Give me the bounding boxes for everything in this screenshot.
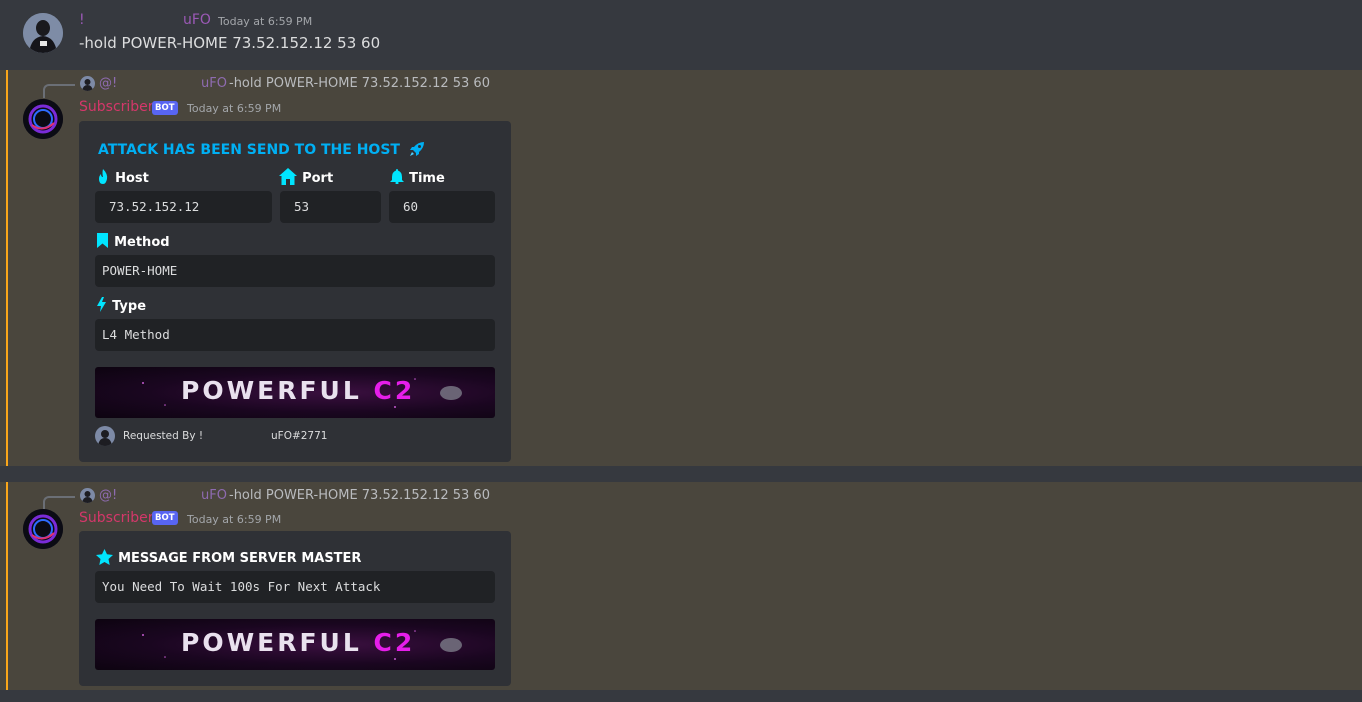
bot-badge: BOT <box>152 511 178 525</box>
embed-title: ATTACK HAS BEEN SEND TO THE HOST <box>98 142 400 158</box>
embed-title-row: MESSAGE FROM SERVER MASTER <box>96 547 361 566</box>
bookmark-icon <box>96 233 109 248</box>
reply-mention-name[interactable]: uFO <box>201 76 227 91</box>
bot-badge: BOT <box>152 101 178 115</box>
field-port-label: Port <box>279 167 333 186</box>
home-icon <box>279 168 297 185</box>
bot-name[interactable]: Subscriber <box>79 99 154 115</box>
powerful-c2-banner[interactable]: POWERFUL C2 <box>95 367 495 418</box>
reply-avatar[interactable] <box>80 76 95 91</box>
chat-bottom-spacer <box>0 690 1362 702</box>
wait-message-value[interactable]: You Need To Wait 100s For Next Attack <box>95 571 495 603</box>
field-port-value[interactable]: 53 <box>280 191 381 223</box>
bell-icon <box>390 169 404 184</box>
embed-title: MESSAGE FROM SERVER MASTER <box>118 551 362 566</box>
field-method-value[interactable]: POWER-HOME <box>95 255 495 287</box>
banner-logo-text: POWERFUL C2 <box>181 628 416 657</box>
reply-content[interactable]: -hold POWER-HOME 73.52.152.12 53 60 <box>229 488 490 503</box>
embed-title-row: ATTACK HAS BEEN SEND TO THE HOST <box>98 139 425 158</box>
message-timestamp: Today at 6:59 PM <box>218 15 313 28</box>
username-prefix[interactable]: ! <box>79 12 85 28</box>
powerful-c2-banner[interactable]: POWERFUL C2 <box>95 619 495 670</box>
field-host-value[interactable]: 73.52.152.12 <box>95 191 272 223</box>
reply-connector <box>43 84 75 98</box>
bot-timestamp: Today at 6:59 PM <box>187 513 282 526</box>
field-type-value[interactable]: L4 Method <box>95 319 495 351</box>
reply-content[interactable]: -hold POWER-HOME 73.52.152.12 53 60 <box>229 76 490 91</box>
banner-logo-text: POWERFUL C2 <box>181 376 416 405</box>
message-content: -hold POWER-HOME 73.52.152.12 53 60 <box>79 34 381 52</box>
rocket-icon <box>409 141 425 157</box>
field-host-label: Host <box>96 167 149 186</box>
message-bot-attack: @! uFO -hold POWER-HOME 73.52.152.12 53 … <box>0 70 1362 466</box>
bot-avatar[interactable] <box>23 509 63 549</box>
field-time-value[interactable]: 60 <box>389 191 495 223</box>
reply-mention-prefix[interactable]: @! <box>99 76 117 91</box>
bot-avatar[interactable] <box>23 99 63 139</box>
wait-embed: MESSAGE FROM SERVER MASTER You Need To W… <box>79 531 511 686</box>
attack-embed: ATTACK HAS BEEN SEND TO THE HOST Host Po… <box>79 121 511 462</box>
user-avatar[interactable] <box>23 13 63 53</box>
message-separator <box>0 466 1362 482</box>
star-icon <box>96 549 113 565</box>
lightning-icon <box>96 297 107 312</box>
reply-connector <box>43 496 75 510</box>
mention-highlight-bar <box>6 70 8 466</box>
bot-name[interactable]: Subscriber <box>79 510 154 526</box>
field-type-label: Type <box>96 295 146 314</box>
field-method-label: Method <box>96 231 170 250</box>
reply-avatar[interactable] <box>80 488 95 503</box>
username[interactable]: uFO <box>183 12 211 28</box>
mention-highlight-bar <box>6 482 8 690</box>
footer-avatar <box>95 426 115 446</box>
message-bot-wait: @! uFO -hold POWER-HOME 73.52.152.12 53 … <box>0 482 1362 690</box>
bot-timestamp: Today at 6:59 PM <box>187 102 282 115</box>
reply-mention-name[interactable]: uFO <box>201 488 227 503</box>
footer-requested-by: Requested By ! <box>123 430 204 442</box>
reply-mention-prefix[interactable]: @! <box>99 488 117 503</box>
message-user-command: ! uFO Today at 6:59 PM -hold POWER-HOME … <box>0 0 1362 70</box>
field-time-label: Time <box>390 167 445 186</box>
footer-user: uFO#2771 <box>271 430 328 442</box>
fire-icon <box>96 169 110 184</box>
